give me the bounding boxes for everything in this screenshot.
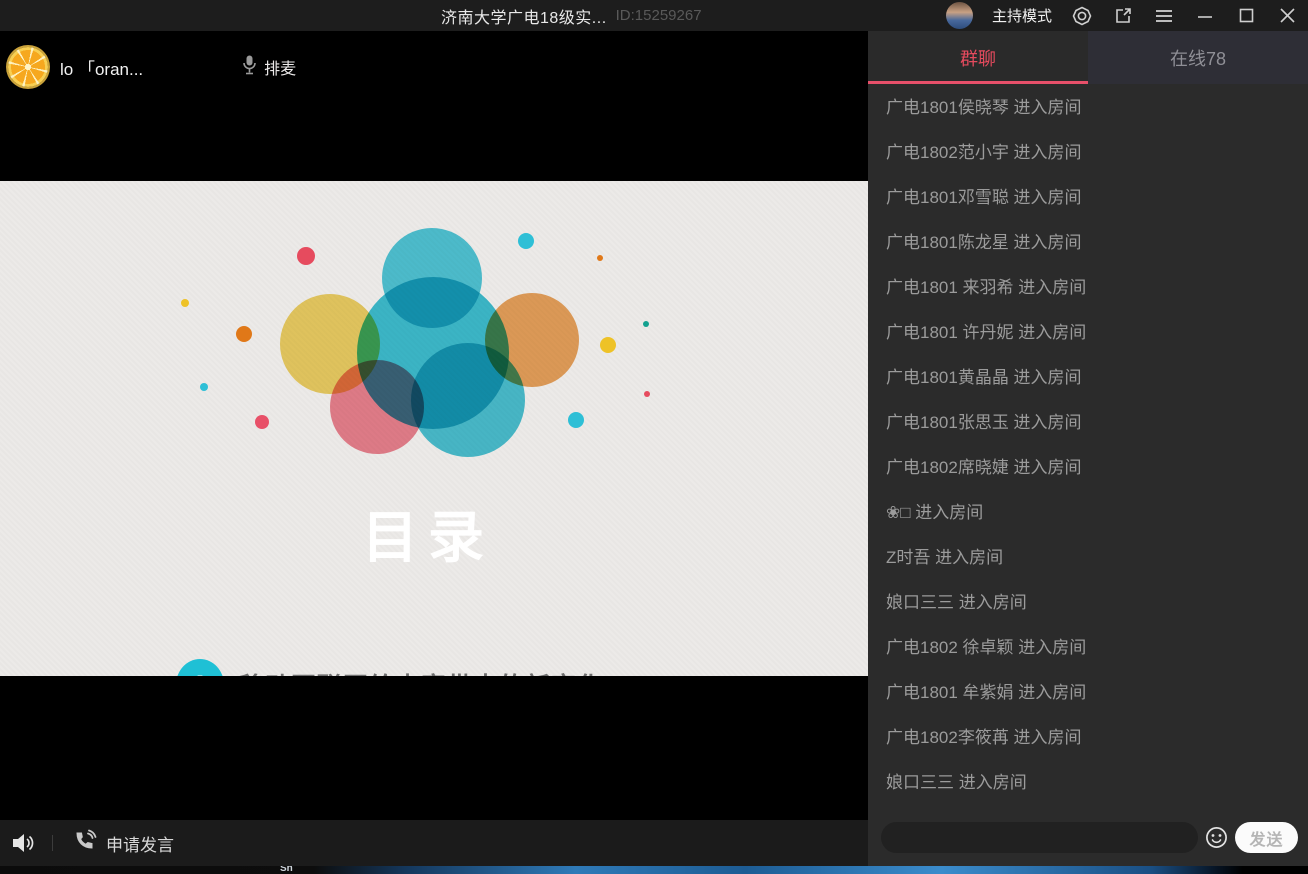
decorative-dot	[597, 255, 603, 261]
desktop-peek-strip: Sh	[0, 866, 1308, 874]
divider	[52, 835, 53, 851]
host-avatar-orange-icon[interactable]	[8, 47, 48, 87]
decorative-dot	[644, 391, 650, 397]
chat-message: 广电1801侯晓琴 进入房间	[868, 85, 1308, 130]
chat-message: 广电1801 来羽希 进入房间	[868, 265, 1308, 310]
chat-message: 广电1801 牟紫娟 进入房间	[868, 670, 1308, 715]
chat-message: Z时吾 进入房间	[868, 535, 1308, 580]
chat-message: 广电1802范小宇 进入房间	[868, 130, 1308, 175]
room-title: 济南大学广电18级实...	[441, 4, 607, 28]
popout-icon[interactable]	[1112, 5, 1134, 27]
chat-message: 广电1801 许丹妮 进入房间	[868, 310, 1308, 355]
speaker-icon[interactable]	[10, 831, 36, 855]
slide-item-a: A 移动互联网给内容带来的新变化	[176, 659, 603, 676]
emoji-icon[interactable]	[1205, 826, 1228, 849]
chat-message: 广电1801陈龙星 进入房间	[868, 220, 1308, 265]
presentation-slide: 目录 A 移动互联网给内容带来的新变化 B 互联网传播内容与形式 C 关于大学生…	[0, 181, 868, 676]
tab-online-count[interactable]: 在线78	[1088, 31, 1308, 84]
host-row: lo 「oran... 排麦	[8, 45, 296, 89]
chat-message: ❀□ 进入房间	[868, 490, 1308, 535]
slide-title: 目录	[0, 493, 856, 574]
chat-message: 广电1802李筱苒 进入房间	[868, 715, 1308, 760]
maximize-button[interactable]	[1235, 5, 1257, 27]
decorative-dot	[518, 233, 534, 249]
chat-message: 娘口三三 进入房间	[868, 580, 1308, 625]
user-avatar[interactable]	[946, 2, 973, 29]
send-button[interactable]: 发送	[1235, 822, 1298, 853]
settings-gear-icon[interactable]	[1071, 5, 1093, 27]
desktop-peek-text: Sh	[280, 866, 293, 874]
chat-input-row: 发送	[868, 822, 1308, 853]
decorative-dot	[297, 247, 315, 265]
mic-queue-button[interactable]: 排麦	[243, 55, 296, 80]
item-a-text: 移动互联网给内容带来的新变化	[239, 667, 603, 676]
chat-message: 娘口三三 进入房间	[868, 760, 1308, 805]
item-a-badge: A	[176, 659, 224, 676]
decorative-bubble	[357, 277, 509, 429]
video-stage: lo 「oran... 排麦	[0, 31, 868, 866]
chat-tabs: 群聊 在线78	[868, 31, 1308, 84]
decorative-dot	[236, 326, 252, 342]
decorative-dot	[643, 321, 649, 327]
title-group: 济南大学广电18级实... ID:15259267	[441, 0, 702, 31]
chat-message: 广电1801邓雪聪 进入房间	[868, 175, 1308, 220]
chat-message: 广电1801黄晶晶 进入房间	[868, 355, 1308, 400]
chat-input[interactable]	[881, 822, 1198, 853]
minimize-button[interactable]	[1194, 5, 1216, 27]
host-name: lo 「oran...	[60, 55, 143, 80]
decorative-dot	[200, 383, 208, 391]
decorative-dot	[255, 415, 269, 429]
tab-group-chat[interactable]: 群聊	[868, 31, 1088, 84]
decorative-dot	[600, 337, 616, 353]
chat-message: 广电1801张思玉 进入房间	[868, 400, 1308, 445]
app-window: 济南大学广电18级实... ID:15259267 主持模式	[0, 0, 1308, 874]
menu-icon[interactable]	[1153, 5, 1175, 27]
close-button[interactable]	[1276, 5, 1298, 27]
chat-message-list[interactable]: 广电1801侯晓琴 进入房间广电1802范小宇 进入房间广电1801邓雪聪 进入…	[868, 85, 1308, 811]
apply-speak-button[interactable]: 申请发言	[73, 829, 174, 858]
decorative-dot	[568, 412, 584, 428]
apply-speak-label: 申请发言	[106, 831, 174, 856]
mic-queue-label: 排麦	[264, 55, 296, 79]
stage-bottom-bar: 申请发言	[0, 820, 868, 866]
microphone-icon	[243, 55, 256, 80]
host-mode-label[interactable]: 主持模式	[992, 5, 1052, 26]
chat-message: 广电1802 徐卓颖 进入房间	[868, 625, 1308, 670]
decorative-dot	[181, 299, 189, 307]
chat-panel: 群聊 在线78 广电1801侯晓琴 进入房间广电1802范小宇 进入房间广电18…	[868, 31, 1308, 866]
chat-message: 广电1802席晓婕 进入房间	[868, 445, 1308, 490]
room-id: ID:15259267	[616, 7, 702, 24]
phone-icon	[73, 829, 97, 858]
titlebar: 济南大学广电18级实... ID:15259267 主持模式	[0, 0, 1308, 31]
